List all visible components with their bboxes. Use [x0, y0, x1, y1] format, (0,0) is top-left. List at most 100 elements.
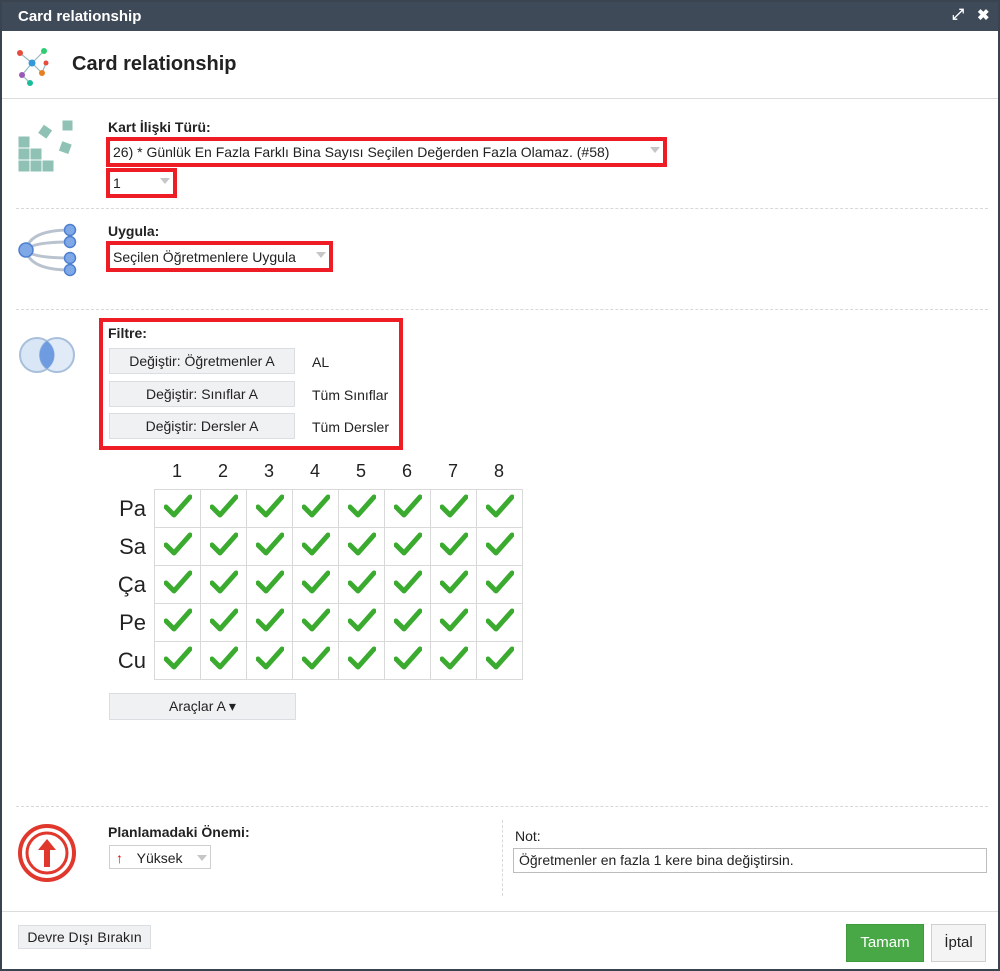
grid-cell[interactable] — [246, 603, 293, 642]
chevron-down-icon — [160, 178, 170, 184]
checkmark-icon — [347, 570, 376, 598]
window-title: Card relationship — [18, 8, 142, 25]
checkmark-icon — [301, 494, 330, 522]
grid-cell[interactable] — [246, 527, 293, 566]
grid-column-header: 4 — [309, 461, 320, 481]
checkmark-icon — [163, 494, 192, 522]
grid-cell[interactable] — [338, 565, 385, 604]
checkmark-icon — [209, 532, 238, 560]
checkmark-icon — [301, 646, 330, 674]
checkmark-icon — [163, 570, 192, 598]
expand-icon[interactable]: ⤢ — [952, 6, 964, 23]
section-divider — [16, 208, 988, 209]
checkmark-icon — [255, 494, 284, 522]
grid-cell[interactable] — [338, 489, 385, 528]
grid-cell[interactable] — [338, 527, 385, 566]
checkmark-icon — [163, 608, 192, 636]
grid-row — [154, 603, 523, 642]
checkmark-icon — [347, 532, 376, 560]
grid-cell[interactable] — [384, 489, 431, 528]
importance-select[interactable]: ↑ Yüksek — [109, 845, 211, 869]
grid-cell[interactable] — [430, 489, 477, 528]
change-subjects-button[interactable]: Değiştir: Dersler A — [109, 413, 295, 439]
checkmark-icon — [439, 646, 468, 674]
branch-icon — [18, 223, 77, 277]
grid-cell[interactable] — [154, 489, 201, 528]
grid-cell[interactable] — [154, 565, 201, 604]
grid-row-header: Cu — [117, 648, 146, 673]
change-classes-button[interactable]: Değiştir: Sınıflar A — [109, 381, 295, 407]
high-priority-icon — [18, 824, 76, 882]
close-icon[interactable]: ✖ — [977, 6, 990, 24]
filter-label: Filtre: — [108, 325, 147, 341]
grid-cell[interactable] — [292, 489, 339, 528]
grid-cell[interactable] — [476, 603, 523, 642]
grid-cell[interactable] — [476, 527, 523, 566]
grid-cell[interactable] — [154, 603, 201, 642]
grid-row-header: Sa — [119, 534, 146, 559]
tools-button[interactable]: Araçlar A ▾ — [109, 693, 296, 720]
grid-cell[interactable] — [430, 641, 477, 680]
grid-cell[interactable] — [200, 565, 247, 604]
checkmark-icon — [439, 608, 468, 636]
title-bar: Card relationship ⤢ ✖ — [2, 2, 998, 31]
grid-cell[interactable] — [338, 603, 385, 642]
grid-cell[interactable] — [292, 527, 339, 566]
checkmark-icon — [255, 646, 284, 674]
grid-column-header: 6 — [401, 461, 412, 481]
disable-button[interactable]: Devre Dışı Bırakın — [18, 925, 151, 949]
grid-cell[interactable] — [430, 565, 477, 604]
count-select[interactable]: 1 — [110, 172, 173, 194]
cancel-button[interactable]: İptal — [931, 924, 986, 962]
grid-cell[interactable] — [200, 641, 247, 680]
grid-cell[interactable] — [430, 527, 477, 566]
grid-cell[interactable] — [200, 603, 247, 642]
grid-cell[interactable] — [384, 603, 431, 642]
checkmark-icon — [209, 646, 238, 674]
grid-cell[interactable] — [430, 603, 477, 642]
grid-cell[interactable] — [154, 641, 201, 680]
dialog-header: Card relationship — [2, 31, 998, 99]
grid-column-header: 2 — [217, 461, 228, 481]
grid-cell[interactable] — [384, 527, 431, 566]
checkmark-icon — [209, 570, 238, 598]
checkmark-icon — [301, 570, 330, 598]
grid-cell[interactable] — [154, 527, 201, 566]
grid-cell[interactable] — [246, 489, 293, 528]
grid-cell[interactable] — [292, 565, 339, 604]
section-divider — [16, 309, 988, 310]
relation-type-select[interactable]: 26) * Günlük En Fazla Farklı Bina Sayısı… — [110, 141, 663, 163]
grid-cell[interactable] — [476, 489, 523, 528]
vertical-divider — [502, 820, 503, 896]
checkmark-icon — [347, 608, 376, 636]
checkmark-icon — [393, 532, 422, 560]
change-teachers-button[interactable]: Değiştir: Öğretmenler A — [109, 348, 295, 374]
grid-cell[interactable] — [384, 565, 431, 604]
chevron-down-icon — [650, 147, 660, 153]
grid-cell[interactable] — [338, 641, 385, 680]
chevron-down-icon — [197, 855, 207, 861]
blocks-icon — [17, 119, 74, 173]
grid-cell[interactable] — [476, 565, 523, 604]
checkmark-icon — [439, 532, 468, 560]
note-input[interactable]: Öğretmenler en fazla 1 kere bina değişti… — [513, 848, 987, 873]
ok-button[interactable]: Tamam — [846, 924, 924, 962]
page-title: Card relationship — [72, 53, 237, 75]
grid-cell[interactable] — [246, 641, 293, 680]
relation-type-label: Kart İlişki Türü: — [108, 119, 211, 135]
checkmark-icon — [393, 570, 422, 598]
apply-select[interactable]: Seçilen Öğretmenlere Uygula — [110, 245, 329, 268]
grid-cell[interactable] — [200, 489, 247, 528]
grid-cell[interactable] — [476, 641, 523, 680]
grid-column-header: 3 — [263, 461, 274, 481]
grid-cell[interactable] — [200, 527, 247, 566]
venn-diagram-icon — [19, 337, 75, 373]
teachers-filter-value: AL — [312, 354, 330, 370]
grid-cell[interactable] — [292, 641, 339, 680]
grid-cell[interactable] — [246, 565, 293, 604]
grid-column-header: 8 — [493, 461, 504, 481]
grid-cell[interactable] — [384, 641, 431, 680]
checkmark-icon — [393, 646, 422, 674]
checkmark-icon — [393, 494, 422, 522]
grid-cell[interactable] — [292, 603, 339, 642]
